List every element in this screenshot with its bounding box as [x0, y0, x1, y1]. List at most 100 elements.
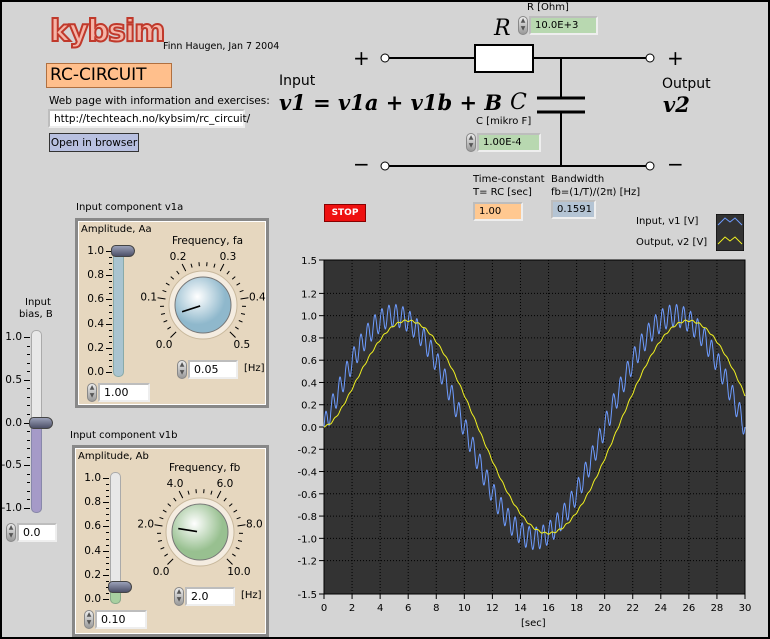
knob-tick: [239, 289, 244, 293]
scale-tick: [109, 293, 112, 295]
knob-label: 6.0: [217, 478, 234, 490]
knob-tick: [231, 276, 236, 280]
knob-tick: [167, 326, 172, 330]
knob-body: [171, 503, 229, 561]
v1a-frequency-label: Frequency, fa: [172, 235, 244, 247]
scale-tick: [106, 562, 109, 564]
scale-tick: [106, 484, 109, 486]
scale-tick: [106, 592, 109, 594]
knob-label: 8.0: [246, 518, 263, 530]
resistor-symbol: [474, 44, 534, 73]
knob-label: 0.0: [153, 566, 170, 578]
y-tick-label: -0.6: [297, 490, 317, 501]
v1b-amplitude-spinner[interactable]: ▲ ▼: [84, 610, 94, 629]
knob-tick: [240, 313, 246, 315]
bias-spinner[interactable]: ▲ ▼: [6, 523, 16, 542]
v1b-amplitude-thumb[interactable]: [108, 580, 132, 593]
c-spinner[interactable]: ▲ ▼: [466, 133, 476, 152]
x-tick-label: 4: [377, 603, 383, 614]
knob-tick: [235, 547, 240, 550]
v1b-amplitude-value[interactable]: 0.10: [95, 610, 147, 629]
y-tick-label: 0.0: [301, 423, 317, 434]
scale-tick: [27, 413, 30, 415]
x-tick-label: 28: [711, 603, 724, 614]
scale-label: 0.6: [87, 293, 104, 306]
knob-tick: [236, 282, 241, 286]
v1a-amplitude-thumb[interactable]: [111, 245, 135, 257]
y-tick-label: -0.8: [297, 512, 317, 523]
knob-label: 0.2: [170, 251, 187, 263]
scale-tick: [109, 311, 112, 313]
scale-tick: [106, 372, 112, 373]
x-tick-label: 10: [458, 603, 471, 614]
knob-tick: [176, 270, 180, 275]
knob-body: [174, 276, 232, 334]
v1a-amplitude-value[interactable]: 1.00: [98, 383, 150, 402]
scale-tick: [27, 456, 30, 458]
y-tick-label: 1.0: [301, 312, 317, 323]
knob-tick: [223, 497, 227, 502]
scale-tick: [109, 257, 112, 259]
capacitor-symbol-label: C: [510, 90, 527, 115]
scale-tick: [106, 490, 109, 492]
r-value[interactable]: 10.0E+3: [529, 16, 598, 35]
v1a-title: Input component v1a: [76, 202, 184, 213]
scale-tick: [109, 365, 112, 367]
scale-tick: [24, 379, 30, 381]
x-tick-label: 0: [321, 603, 327, 614]
v1b-frequency-value[interactable]: 2.0: [185, 587, 235, 606]
knob-label: 2.0: [137, 518, 154, 530]
bias-label-1: Input: [25, 297, 51, 308]
scale-tick: [27, 439, 30, 441]
r-label: R [Ohm]: [527, 2, 569, 13]
knob-tick: [187, 490, 190, 495]
knob-tick: [167, 503, 172, 507]
y-tick-label: 0.2: [301, 401, 317, 412]
scale-label: 0.0: [5, 416, 22, 429]
v1b-frequency-knob[interactable]: 0.0 2.0 4.0 6.0 8.0 10.0: [135, 474, 265, 584]
scale-tick: [106, 538, 109, 540]
scale-label: 0.0: [87, 366, 104, 378]
v1a-amplitude-track[interactable]: [113, 245, 124, 377]
scale-tick: [27, 482, 30, 484]
knob-tick: [237, 540, 243, 542]
scale-tick: [106, 347, 112, 349]
r-spinner[interactable]: ▲ ▼: [518, 16, 528, 35]
x-tick-label: 26: [682, 603, 695, 614]
y-tick-label: -1.5: [297, 590, 317, 601]
scale-tick: [27, 473, 30, 475]
v1b-panel: Amplitude, Ab 1.0 0.8 0.6 0.4 0.2 0.0 ▲ ▼ 0.10…: [72, 445, 269, 637]
stop-button[interactable]: STOP: [324, 204, 366, 222]
v1a-amplitude-spinner[interactable]: ▲ ▼: [87, 383, 97, 402]
v1b-frequency-spinner[interactable]: ▲ ▼: [174, 587, 184, 606]
knob-tick: [170, 331, 177, 338]
knob-tick: [162, 509, 167, 513]
knob-tick: [163, 320, 168, 323]
scale-tick: [109, 341, 112, 343]
y-tick-label: 1.2: [301, 289, 317, 300]
knob-label: 0.0: [156, 339, 173, 351]
x-tick-label: 30: [739, 603, 752, 614]
legend-swatches: [716, 214, 744, 251]
knob-tick: [162, 289, 167, 293]
scale-tick: [106, 520, 109, 522]
v1a-frequency-spinner[interactable]: ▲ ▼: [177, 360, 187, 379]
scale-tick: [109, 305, 112, 307]
c-value[interactable]: 1.00E-4: [477, 133, 541, 152]
scale-tick: [27, 405, 30, 407]
v1a-frequency-value[interactable]: 0.05: [188, 360, 238, 379]
c-label: C [mikro F]: [476, 116, 532, 127]
scale-tick: [24, 508, 30, 509]
x-tick-label: 12: [486, 603, 499, 614]
scale-tick: [27, 345, 30, 347]
scale-tick: [24, 465, 30, 467]
time-constant-value: 1.00: [473, 202, 523, 221]
bias-value[interactable]: 0.0: [17, 523, 57, 542]
knob-tick: [213, 263, 216, 268]
scale-label: -1.0: [1, 502, 23, 514]
knob-tick: [236, 516, 241, 520]
x-tick-label: 24: [654, 603, 667, 614]
knob-tick: [167, 558, 174, 565]
v1a-frequency-knob[interactable]: 0.0 0.1 0.2 0.3 0.4 0.5: [138, 247, 268, 357]
bias-slider-thumb[interactable]: [29, 416, 53, 429]
